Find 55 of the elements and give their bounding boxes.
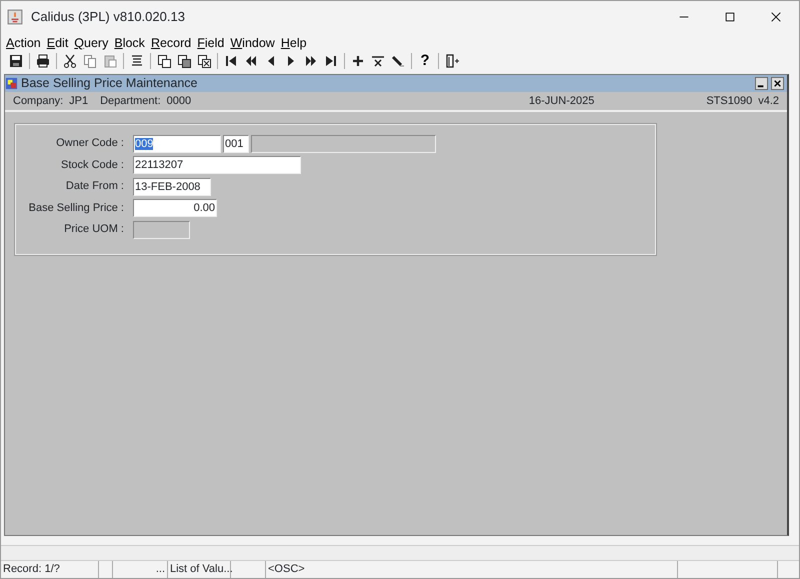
close-icon[interactable] — [771, 77, 784, 90]
input-field[interactable]: 009 — [133, 134, 221, 153]
field-label: Owner Code : — [55, 136, 124, 152]
status-text: Record: 1/? — [1, 561, 99, 578]
field-label: Stock Code : — [60, 158, 124, 173]
version-text: v4.2 — [758, 94, 779, 110]
cancel-query-icon[interactable] — [197, 54, 211, 68]
help-button[interactable]: ? — [415, 52, 435, 70]
menu-item[interactable]: Field — [194, 34, 228, 52]
status-text: ... — [113, 561, 168, 578]
add-icon[interactable] — [351, 54, 365, 68]
menu-item[interactable]: Action — [3, 34, 44, 52]
input-field[interactable]: 001 — [223, 134, 249, 153]
clear-icon[interactable] — [391, 54, 405, 68]
date-text: 16-JUN-2025 — [528, 94, 594, 110]
query-icon[interactable] — [157, 54, 171, 68]
field-label: Date From : — [64, 179, 124, 194]
save-icon[interactable] — [9, 54, 23, 68]
department-label: Department: — [100, 94, 161, 110]
minimize-icon[interactable] — [755, 77, 768, 90]
menu-item[interactable]: Help — [278, 34, 310, 52]
print-icon[interactable] — [36, 54, 50, 68]
last-record-icon[interactable] — [324, 54, 338, 68]
menu-item[interactable]: Query — [71, 34, 112, 52]
form-title: Base Selling Price Maintenance — [21, 74, 198, 92]
first-record-icon[interactable] — [224, 54, 238, 68]
window-title: Calidus (3PL) v810.020.13 — [31, 8, 185, 26]
form-icon — [5, 77, 18, 90]
cut-icon[interactable] — [63, 54, 77, 68]
input-field[interactable]: 0.00 — [133, 199, 217, 218]
app-icon — [7, 9, 23, 26]
delete-record-icon[interactable] — [371, 54, 385, 68]
next-set-icon[interactable] — [304, 54, 318, 68]
menu-item[interactable]: Record — [148, 34, 194, 52]
field-label: Price UOM : — [63, 222, 124, 238]
status-text: <OSC> — [266, 561, 678, 578]
field-label: Base Selling Price : — [28, 200, 124, 216]
menu-item[interactable]: Block — [111, 34, 148, 52]
list-icon[interactable] — [130, 54, 144, 68]
maximize-icon — [724, 10, 736, 22]
paste-icon[interactable] — [103, 54, 117, 68]
screen-code: STS1090 — [706, 94, 752, 110]
table-icon[interactable] — [177, 54, 191, 68]
department-value: 0000 — [166, 94, 192, 110]
exit-icon[interactable] — [445, 54, 459, 68]
input-field[interactable]: 13-FEB-2008 — [133, 178, 211, 196]
copy-icon[interactable] — [83, 54, 97, 68]
menu-item[interactable]: Edit — [44, 34, 72, 52]
company-label: Company: — [13, 94, 64, 110]
input-field[interactable]: 22113207 — [133, 156, 301, 174]
close-icon — [770, 10, 782, 22]
status-text: List of Valu... — [168, 561, 231, 578]
menu-item[interactable]: Window — [227, 34, 278, 52]
company-value: JP1 — [69, 94, 88, 110]
previous-set-icon[interactable] — [244, 54, 258, 68]
